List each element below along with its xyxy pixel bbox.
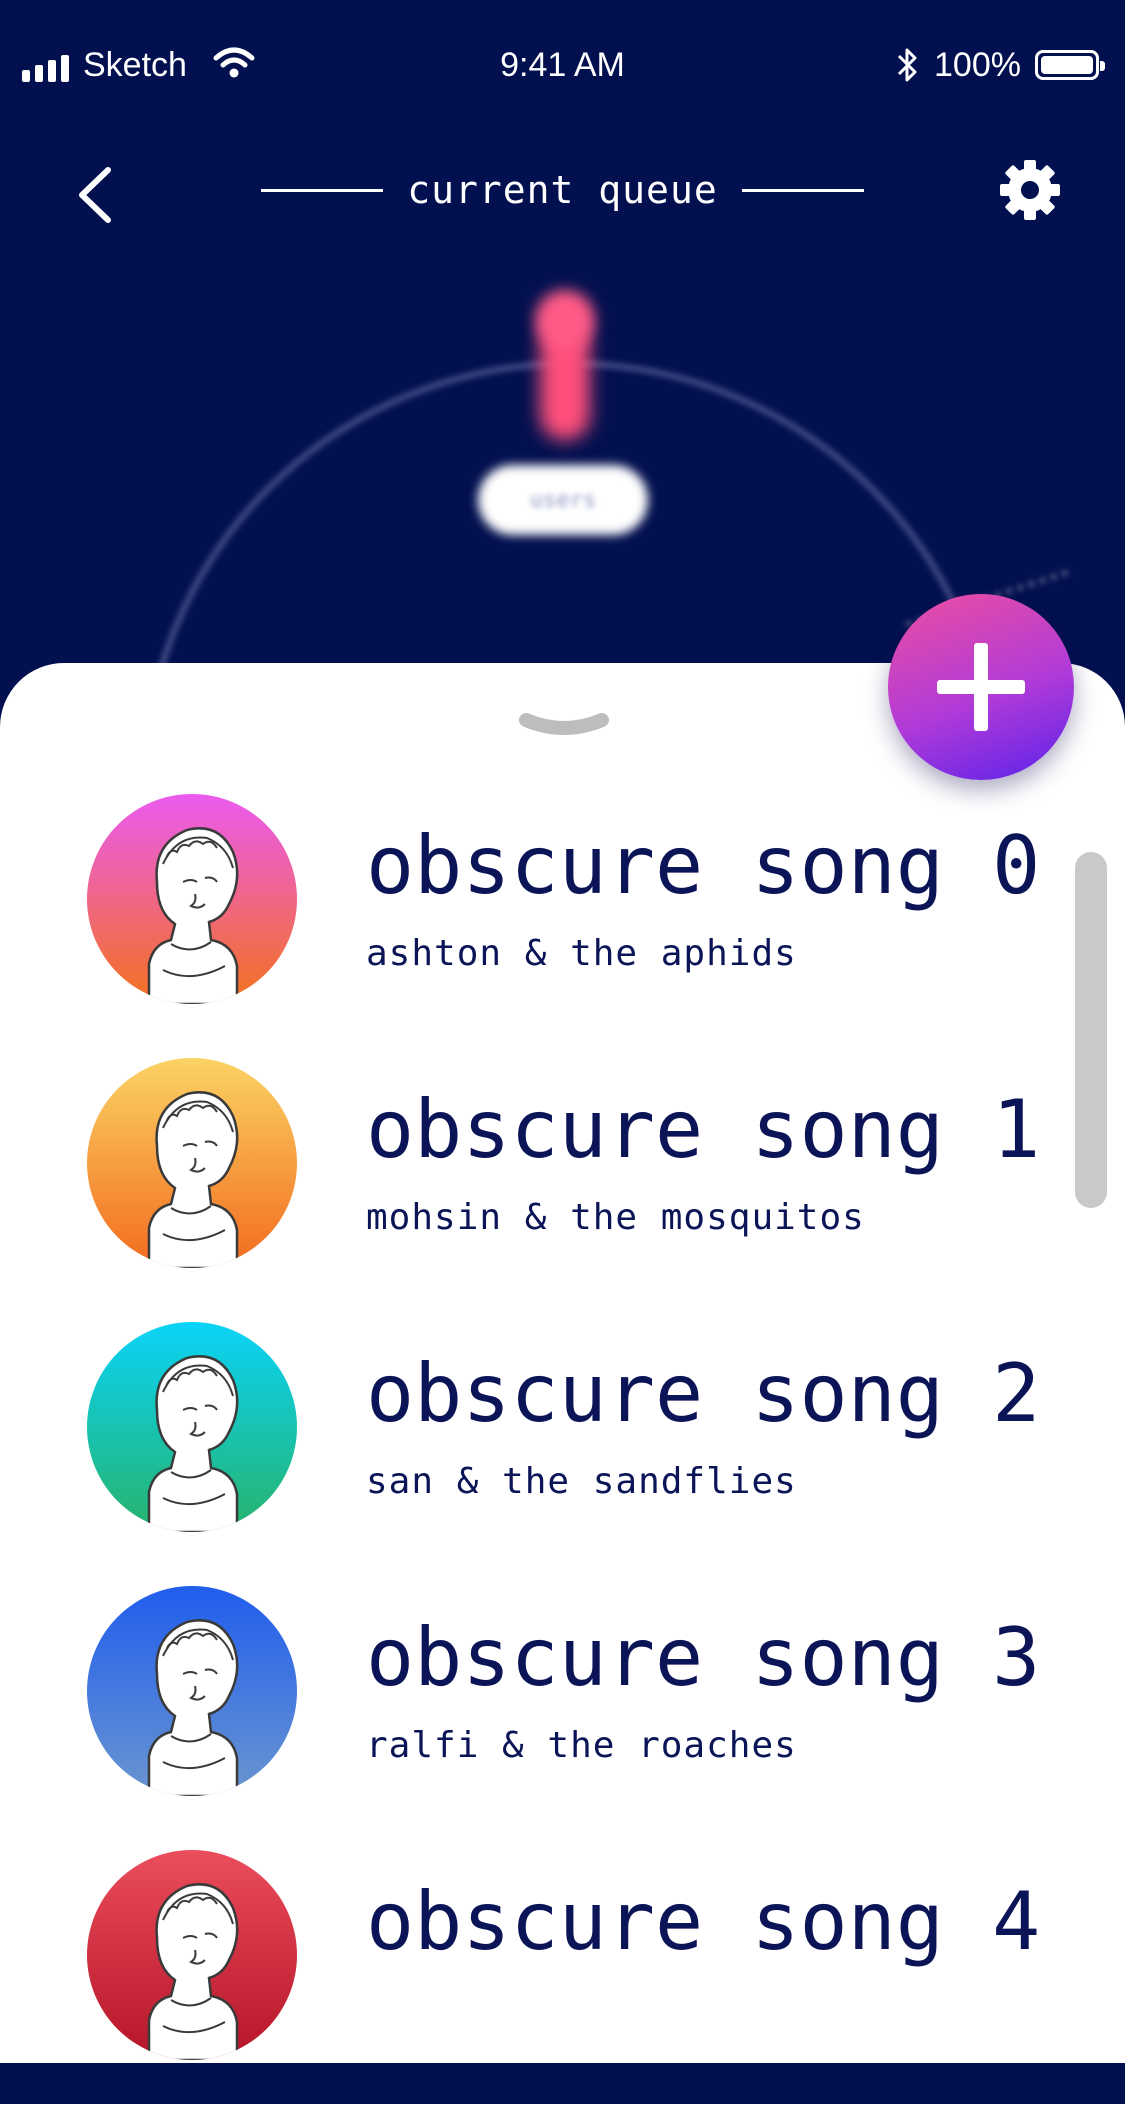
album-art bbox=[87, 1322, 297, 1532]
song-title: obscure song 4 bbox=[366, 1875, 1041, 1968]
status-bar: Sketch 9:41 AM 100% bbox=[0, 0, 1125, 135]
add-song-button[interactable] bbox=[888, 594, 1074, 780]
battery-icon bbox=[1035, 50, 1105, 80]
album-art bbox=[87, 794, 297, 1004]
album-art bbox=[87, 1586, 297, 1796]
battery-percent: 100% bbox=[934, 46, 1021, 84]
plus-icon bbox=[937, 643, 1025, 731]
location-pin-head bbox=[535, 290, 595, 350]
song-artist: ashton & the aphids bbox=[366, 933, 797, 974]
chevron-left-icon bbox=[79, 167, 111, 223]
scrollbar[interactable] bbox=[1075, 852, 1107, 1208]
statue-bust-icon bbox=[147, 1355, 239, 1532]
list-item[interactable]: obscure song 3 ralfi & the roaches bbox=[0, 1576, 1080, 1840]
list-item[interactable]: obscure song 2 san & the sandflies bbox=[0, 1312, 1080, 1576]
statue-bust-icon bbox=[147, 1619, 239, 1796]
statue-bust-icon bbox=[147, 1883, 239, 2060]
header-bar: current queue bbox=[0, 140, 1125, 240]
song-artist: ralfi & the roaches bbox=[366, 1725, 797, 1766]
list-item[interactable]: obscure song 4 bbox=[0, 1840, 1080, 2104]
statue-bust-icon bbox=[147, 827, 239, 1004]
header-title-group: current queue bbox=[0, 140, 1125, 240]
settings-button[interactable] bbox=[998, 158, 1062, 222]
sheet-grabber[interactable] bbox=[518, 712, 610, 740]
gear-icon bbox=[1000, 160, 1060, 220]
page-title: current queue bbox=[407, 168, 718, 212]
list-item[interactable]: obscure song 0 ashton & the aphids bbox=[0, 784, 1080, 1048]
song-title: obscure song 1 bbox=[366, 1083, 1041, 1176]
album-art bbox=[87, 1850, 297, 2060]
pin-chip-label: users bbox=[529, 488, 597, 513]
song-artist: mohsin & the mosquitos bbox=[366, 1197, 865, 1238]
song-artist: san & the sandflies bbox=[366, 1461, 797, 1502]
bluetooth-icon bbox=[895, 46, 921, 93]
song-title: obscure song 0 bbox=[366, 819, 1041, 912]
song-title: obscure song 2 bbox=[366, 1347, 1041, 1440]
title-divider-left bbox=[261, 188, 384, 192]
chevron-down-icon bbox=[519, 713, 609, 735]
song-title: obscure song 3 bbox=[366, 1611, 1041, 1704]
title-divider-right bbox=[741, 188, 864, 192]
album-art bbox=[87, 1058, 297, 1268]
list-item[interactable]: obscure song 1 mohsin & the mosquitos bbox=[0, 1048, 1080, 1312]
statue-bust-icon bbox=[147, 1091, 239, 1268]
back-button[interactable] bbox=[68, 160, 128, 230]
